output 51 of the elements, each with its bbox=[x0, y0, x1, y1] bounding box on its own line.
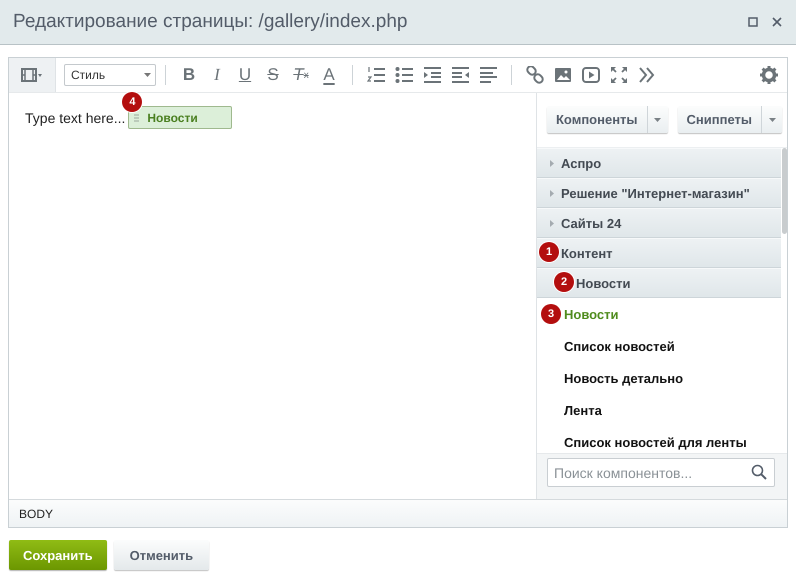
maximize-icon[interactable] bbox=[748, 17, 758, 27]
bold-button[interactable]: B bbox=[175, 63, 203, 87]
step-badge: 2 bbox=[554, 272, 574, 292]
component-item[interactable]: Список новостей для ленты bbox=[564, 426, 747, 458]
search-icon[interactable] bbox=[751, 464, 767, 480]
tree-group[interactable]: Сайты 24 bbox=[537, 208, 781, 238]
cancel-button[interactable]: Отменить bbox=[114, 540, 210, 570]
component-item[interactable]: Список новостей bbox=[564, 330, 675, 362]
group-label: Контент bbox=[561, 246, 613, 260]
underline-button[interactable]: U bbox=[231, 63, 259, 87]
strikethrough-button[interactable]: S bbox=[259, 63, 287, 87]
step-badge: 3 bbox=[541, 304, 561, 324]
align-left-icon[interactable] bbox=[479, 66, 497, 84]
caret-icon bbox=[144, 73, 151, 77]
component-label: Новости bbox=[147, 110, 198, 124]
settings-icon[interactable] bbox=[760, 66, 778, 84]
fullscreen-icon[interactable] bbox=[610, 66, 628, 84]
group-label: Сайты 24 bbox=[561, 216, 622, 230]
double-chevron-icon[interactable] bbox=[638, 66, 656, 84]
component-item[interactable]: Лента bbox=[564, 394, 602, 426]
indent-icon[interactable] bbox=[423, 66, 441, 84]
image-icon[interactable] bbox=[554, 66, 572, 84]
window-title: Редактирование страницы: /gallery/index.php bbox=[13, 11, 408, 33]
text-color-button[interactable]: A bbox=[315, 63, 343, 87]
group-label: Решение "Интернет-магазин" bbox=[561, 186, 750, 200]
component-item[interactable]: Новость детально bbox=[564, 362, 684, 394]
tree-group[interactable]: Аспро bbox=[537, 148, 781, 178]
tree-group[interactable]: Решение "Интернет-магазин" bbox=[537, 178, 781, 208]
bullet-list-icon[interactable] bbox=[395, 66, 413, 84]
video-icon[interactable] bbox=[582, 66, 600, 84]
outdent-icon[interactable] bbox=[451, 66, 469, 84]
numbered-list-icon[interactable] bbox=[367, 66, 385, 84]
link-icon[interactable] bbox=[526, 66, 544, 84]
view-toggle-button[interactable] bbox=[9, 58, 56, 92]
step-badge: 4 bbox=[122, 92, 142, 112]
scrollbar[interactable] bbox=[782, 148, 787, 234]
editor-text: Type text here... bbox=[25, 110, 126, 126]
status-bar-path[interactable]: BODY bbox=[9, 499, 787, 527]
step-badge: 1 bbox=[539, 242, 559, 262]
italic-button[interactable]: I bbox=[203, 63, 231, 87]
search-field[interactable]: Поиск компонентов... bbox=[547, 458, 775, 487]
component-item[interactable]: Новости bbox=[564, 298, 619, 330]
group-label: Аспро bbox=[561, 156, 602, 170]
component-block[interactable]: Новости bbox=[128, 106, 232, 129]
caret-icon bbox=[768, 118, 776, 122]
style-select[interactable]: Стиль bbox=[64, 64, 156, 86]
close-icon[interactable] bbox=[772, 17, 782, 27]
drag-handle-icon[interactable] bbox=[134, 114, 140, 122]
group-label: Новости bbox=[576, 276, 631, 290]
film-icon bbox=[21, 67, 43, 83]
caret-icon bbox=[654, 118, 662, 122]
